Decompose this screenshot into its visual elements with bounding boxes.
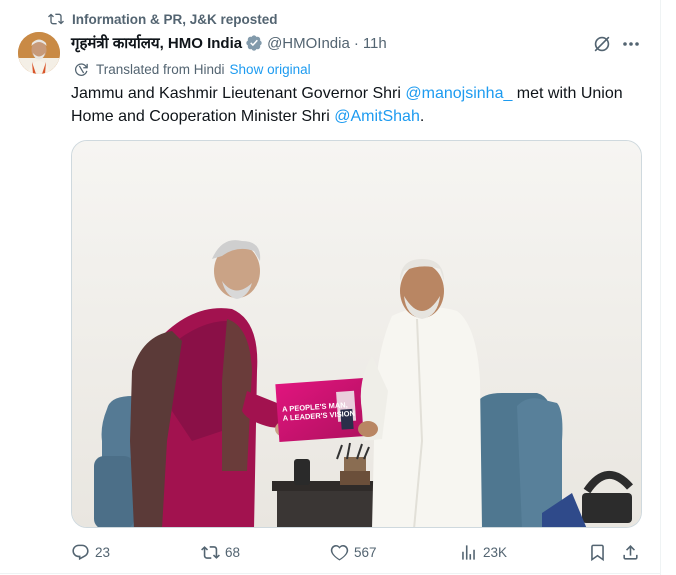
tweet-separator	[0, 573, 661, 574]
repost-context[interactable]: Information & PR, J&K reposted	[48, 9, 278, 29]
more-icon	[623, 42, 639, 46]
more-options-button[interactable]	[620, 33, 642, 55]
post-time[interactable]: 11h	[363, 35, 387, 52]
repost-icon	[48, 13, 64, 25]
tweet-text-part1: Jammu and Kashmir Lieutenant Governor Sh…	[71, 85, 406, 102]
show-original-link[interactable]: Show original	[230, 62, 311, 77]
share-button[interactable]	[621, 538, 645, 566]
verified-badge-icon[interactable]	[245, 34, 263, 52]
share-icon	[623, 544, 638, 560]
tweet-photo[interactable]: A PEOPLE'S MAN, A LEADER'S VISION	[71, 140, 642, 528]
repost-icon	[201, 545, 220, 559]
reply-icon	[72, 544, 89, 560]
translate-icon	[74, 62, 88, 76]
tweet-text-part3: .	[419, 108, 425, 125]
mention-amitshah[interactable]: @AmitShah	[334, 108, 420, 125]
like-count: 567	[354, 544, 377, 560]
avatar[interactable]	[18, 32, 60, 74]
heart-icon	[330, 544, 349, 561]
header-separator: ·	[353, 34, 359, 52]
analytics-icon	[462, 544, 475, 560]
grok-button[interactable]	[591, 33, 613, 55]
bookmark-button[interactable]	[588, 538, 612, 566]
bookmark-icon	[591, 544, 604, 561]
timeline-border-right	[660, 0, 661, 575]
tweet-header: गृहमंत्री कार्यालय, HMO India @HMOIndia …	[71, 32, 387, 54]
like-button[interactable]: 567	[330, 538, 377, 566]
grok-icon	[594, 36, 610, 52]
translation-label: Translated from Hindi	[96, 61, 225, 77]
views-count: 23K	[483, 544, 508, 560]
author-handle[interactable]: @HMOIndia	[267, 35, 350, 52]
action-bar: 23 68 567 23K	[71, 538, 643, 566]
mention-manojsinha[interactable]: @manojsinha_	[405, 85, 512, 102]
author-name[interactable]: गृहमंत्री कार्यालय, HMO India	[71, 33, 242, 53]
reply-count: 23	[95, 544, 111, 560]
repost-count: 68	[225, 544, 241, 560]
views-button[interactable]: 23K	[459, 538, 507, 566]
repost-button[interactable]: 68	[201, 538, 240, 566]
reply-button[interactable]: 23	[71, 538, 110, 566]
photo-illustration: A PEOPLE'S MAN, A LEADER'S VISION	[72, 141, 641, 527]
repost-label: Information & PR, J&K reposted	[72, 11, 278, 27]
tweet-text: Jammu and Kashmir Lieutenant Governor Sh…	[71, 82, 641, 128]
translation-note: Translated from Hindi Show original	[73, 59, 311, 79]
